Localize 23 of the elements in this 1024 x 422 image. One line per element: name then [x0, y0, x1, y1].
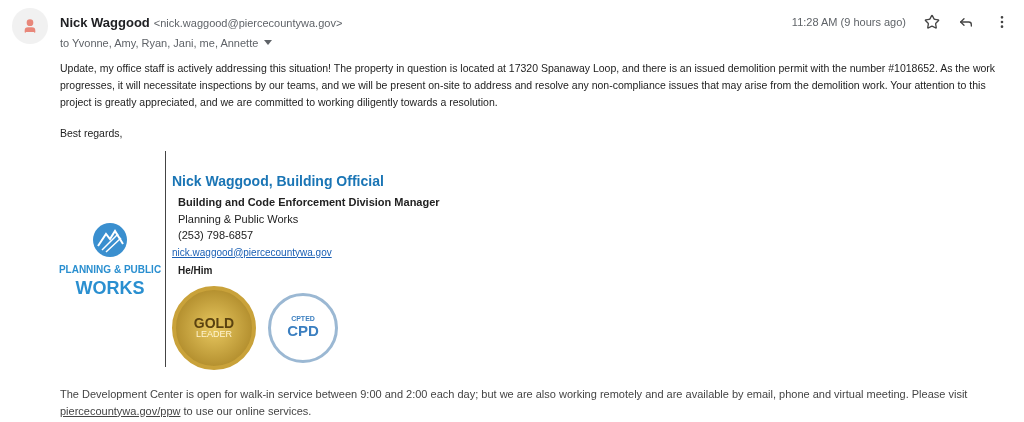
department: Planning & Public Works — [178, 211, 299, 227]
website-link[interactable]: piercecountywa.gov/ppw — [60, 404, 181, 417]
badge-text: GOLD — [193, 316, 235, 330]
badge-text: CPD — [287, 321, 319, 341]
email-link[interactable]: nick.waggood@piercecountywa.gov — [172, 244, 440, 260]
body-paragraph: Best regards, — [60, 126, 124, 141]
dropdown-caret-icon[interactable] — [264, 40, 273, 46]
position-title: Building and Code Enforcement Division Manager — [178, 195, 440, 210]
star-icon[interactable] — [924, 14, 940, 31]
sender-name: Nick Waggood — [60, 14, 150, 32]
phone-number: (253) 798-6857 — [178, 228, 254, 243]
badge-text: LEADER — [196, 330, 232, 339]
person-icon — [22, 18, 38, 34]
pronouns: He/Him — [177, 263, 214, 278]
logo-text: PLANNING & PUBLIC — [58, 262, 162, 277]
footer-paragraph: The Development Center is open for walk-in service between 9:00 and 2:00 each day; but we are also working remotely and are available by email, phone and virtual meeting. Please visit piercecountywa.gov/ppw to use our online services. — [60, 386, 969, 419]
body-paragraph: Update, my office staff is actively addressing this situation! The property in question is located at 17320 Spanaway Loop, and there is an issued demolition permit with the number #1018652. As the work progresses, it will necessitate inspections by our teams, and we will be present on-site to address and resolve any non-compliance issues that may arise from the demolition work. Your attention to this project is greatly appreciated, and we are committed to working diligently towards a resolution. — [60, 61, 997, 110]
sender-email: <nick.waggood@piercecountywa.gov> — [153, 16, 343, 31]
logo-text: WORKS — [75, 276, 145, 299]
signature-name-title: Nick Waggood, Building Official — [172, 172, 385, 191]
mountain-emblem-icon — [92, 221, 128, 258]
timestamp: 11:28 AM (9 hours ago) — [791, 15, 906, 30]
recipients: to Yvonne, Amy, Ryan, Jani, me, Annette — [60, 35, 259, 51]
